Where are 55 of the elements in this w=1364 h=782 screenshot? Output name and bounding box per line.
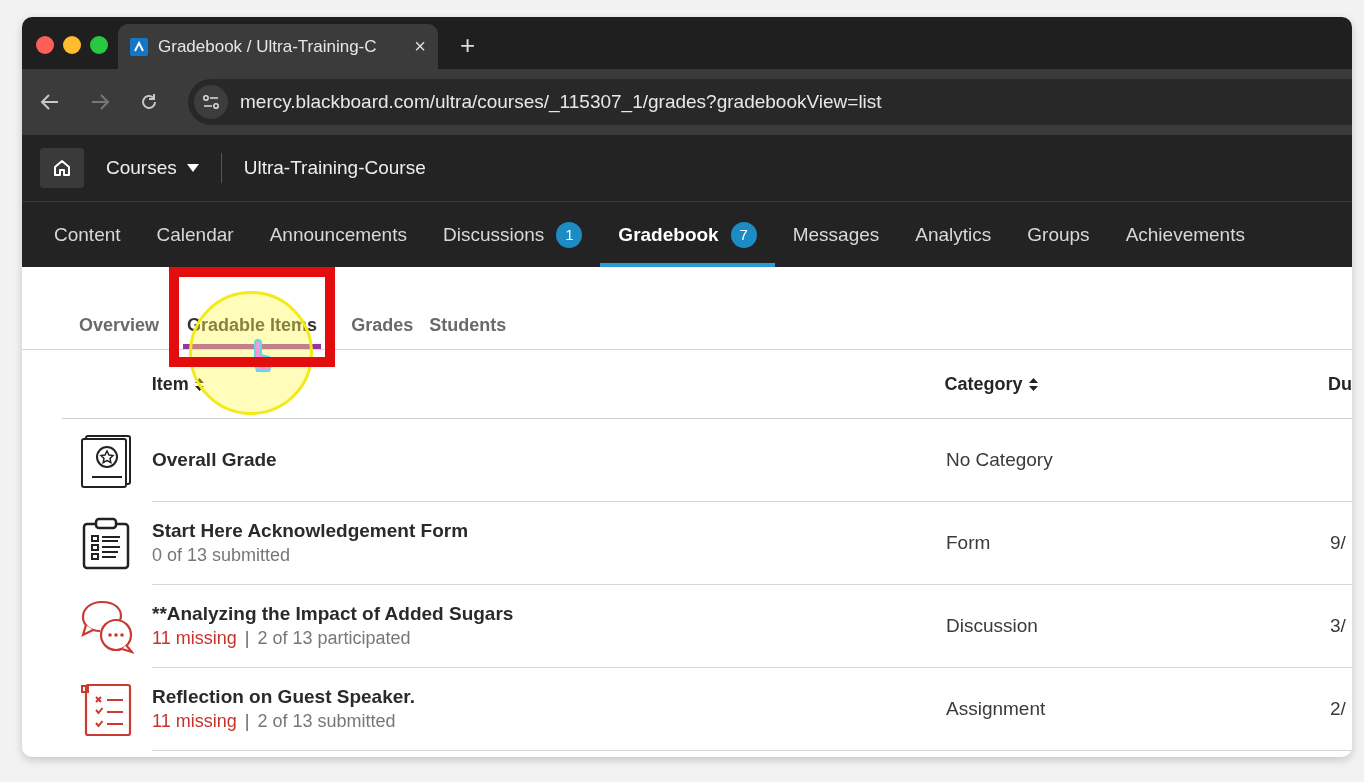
category-cell-text: Form (946, 532, 992, 554)
nav-tab[interactable]: Calendar (138, 202, 252, 267)
nav-tab[interactable]: Announcements (251, 202, 425, 267)
site-settings-icon[interactable] (194, 85, 228, 119)
due-date-cell-text: 2/ (1330, 698, 1347, 720)
column-header[interactable]: Category (944, 373, 1328, 395)
address-field[interactable]: mercy.blackboard.com/ultra/courses/_115307_1/grades?gradebookView=list (188, 79, 1352, 125)
category-cell-text: No Category (946, 449, 1054, 471)
nav-tab[interactable]: Analytics (897, 202, 1010, 267)
new-tab-button[interactable]: + (460, 30, 476, 61)
tab-title: Gradebook / Ultra-Training-C (158, 36, 378, 57)
submission-count: 0 of 13 submitted (152, 545, 291, 566)
nav-tab[interactable]: Content (36, 202, 139, 267)
course-title: Ultra-Training-Course (243, 157, 426, 179)
gradebook-tab[interactable]: Students (429, 315, 507, 349)
count-badge: 7 (730, 221, 757, 248)
category-cell-text: Discussion (946, 615, 1039, 637)
category-cell-text: Assignment (946, 698, 1047, 720)
gradebook-tab[interactable]: Grades (351, 315, 414, 349)
column-header[interactable]: Du (1328, 373, 1352, 395)
browser-tab[interactable]: Gradebook / Ultra-Training-C × (118, 24, 438, 69)
due-date-cell-text: 9/ (1330, 532, 1347, 554)
chat-bubbles-icon (80, 598, 134, 655)
window-control-icon[interactable] (36, 36, 54, 54)
gradebook-tab[interactable]: Overview (79, 315, 160, 349)
separator-text: | (244, 711, 250, 732)
forward-arrow-icon[interactable] (90, 93, 110, 111)
checklist-icon (80, 681, 134, 738)
close-button[interactable]: × (414, 35, 426, 58)
due-date-cell-text: 3/ (1330, 615, 1347, 637)
home-button[interactable] (40, 148, 84, 188)
nav-tab[interactable]: Groups (1009, 202, 1108, 267)
nav-tab[interactable]: Messages (774, 202, 898, 267)
item-link[interactable]: **Analyzing the Impact of Added Sugars (152, 603, 514, 625)
item-link[interactable]: Overall Grade (152, 449, 277, 471)
reload-icon[interactable] (140, 93, 158, 111)
back-arrow-icon[interactable] (40, 93, 60, 111)
missing-count: 11 missing (152, 628, 237, 649)
caret-icon (186, 164, 199, 172)
home-icon (52, 158, 72, 178)
submission-count: 2 of 13 submitted (257, 711, 396, 732)
column-header[interactable]: Item (151, 373, 945, 395)
item-link[interactable]: Start Here Acknowledgement Form (152, 520, 469, 542)
nav-tab[interactable]: Discussions 1 (425, 202, 601, 267)
gradebook-icon (80, 432, 134, 489)
separator-text: | (244, 628, 250, 649)
item-link[interactable]: Reflection on Guest Speaker. (152, 686, 415, 708)
nav-tab[interactable]: Achievements (1107, 202, 1263, 267)
window-control-icon[interactable] (90, 36, 108, 54)
missing-count: 11 missing (152, 711, 237, 732)
site-logo-icon (130, 37, 148, 56)
courses-menu[interactable]: Courses (106, 157, 199, 179)
count-badge: 1 (556, 221, 583, 248)
submission-count: 2 of 13 participated (257, 628, 411, 649)
window-control-icon[interactable] (63, 36, 81, 54)
